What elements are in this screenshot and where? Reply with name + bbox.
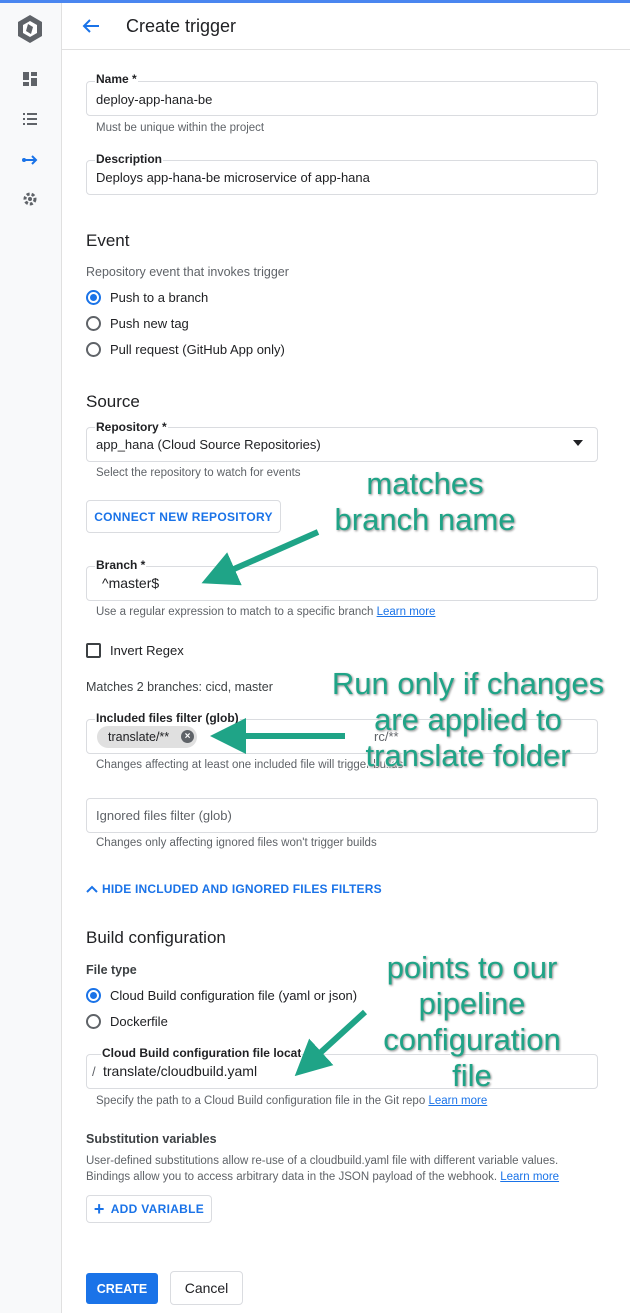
create-button[interactable]: CREATE (86, 1273, 158, 1304)
repository-value[interactable]: app_hana (Cloud Source Repositories) (96, 437, 321, 452)
add-variable-label: ADD VARIABLE (110, 1202, 205, 1216)
annotation-branch: matches branch name (320, 466, 530, 538)
config-location-hint-text: Specify the path to a Cloud Build config… (96, 1095, 426, 1107)
hide-filters-button[interactable]: HIDE INCLUDED AND IGNORED FILES FILTERS (86, 882, 382, 896)
description-label: Description (95, 152, 164, 166)
annotation-branch-line2: branch name (334, 502, 516, 537)
history-icon[interactable] (21, 110, 39, 128)
radio-push-branch[interactable] (86, 290, 101, 305)
radio-cloud-build-file[interactable] (86, 988, 101, 1003)
name-value[interactable]: deploy-app-hana-be (96, 92, 212, 107)
branch-label: Branch * (95, 558, 147, 572)
annotation-config-line1: points to our (386, 950, 558, 985)
repository-hint: Select the repository to watch for event… (96, 467, 301, 479)
substitution-desc-line1: User-defined substitutions allow re-use … (86, 1155, 559, 1167)
radio-pull-request-label[interactable]: Pull request (GitHub App only) (110, 342, 285, 357)
substitution-desc-line2-text: Bindings allow you to access arbitrary d… (86, 1171, 498, 1183)
radio-push-tag[interactable] (86, 316, 101, 331)
name-label: Name * (95, 72, 138, 86)
annotation-filter-line2: are applied to (374, 702, 562, 737)
add-variable-button[interactable]: + ADD VARIABLE (86, 1195, 212, 1223)
config-location-prefix: / (92, 1064, 96, 1079)
ignored-files-hint: Changes only affecting ignored files won… (96, 837, 377, 849)
included-filter-chip-text: translate/** (108, 730, 170, 744)
substitution-learn-more-link[interactable]: Learn more (500, 1171, 559, 1183)
annotation-filter-line3: translate folder (365, 738, 571, 773)
radio-pull-request[interactable] (86, 342, 101, 357)
cloud-build-logo-icon[interactable] (15, 14, 45, 44)
substitution-desc-line2: Bindings allow you to access arbitrary d… (86, 1171, 559, 1183)
invert-regex-checkbox[interactable] (86, 643, 101, 658)
branch-hint: Use a regular expression to match to a s… (96, 606, 435, 618)
plus-icon: + (93, 1199, 105, 1219)
annotation-filter: Run only if changes are applied to trans… (318, 666, 618, 774)
cancel-button[interactable]: Cancel (170, 1271, 243, 1305)
repository-label: Repository * (95, 420, 168, 434)
settings-icon[interactable] (21, 190, 39, 208)
config-location-label: Cloud Build configuration file location (101, 1046, 301, 1060)
triggers-icon[interactable] (21, 151, 39, 169)
chevron-down-icon[interactable] (573, 440, 583, 446)
annotation-filter-line1: Run only if changes (331, 666, 605, 701)
side-navigation (0, 3, 62, 1313)
ignored-files-placeholder[interactable]: Ignored files filter (glob) (96, 808, 232, 823)
config-learn-more-link[interactable]: Learn more (428, 1095, 487, 1107)
chip-remove-icon[interactable]: × (181, 730, 194, 743)
description-value[interactable]: Deploys app-hana-be microservice of app-… (96, 170, 370, 185)
file-type-label: File type (86, 963, 137, 977)
radio-push-tag-label[interactable]: Push new tag (110, 316, 189, 331)
source-section-title: Source (86, 392, 140, 411)
connect-repository-button[interactable]: CONNECT NEW REPOSITORY (86, 500, 281, 533)
back-arrow-icon[interactable] (80, 15, 102, 37)
branch-field[interactable] (86, 566, 598, 601)
page-title: Create trigger (126, 16, 237, 36)
annotation-branch-line1: matches (366, 466, 484, 501)
radio-cloud-build-file-label[interactable]: Cloud Build configuration file (yaml or … (110, 988, 357, 1003)
branch-matches-text: Matches 2 branches: cicd, master (86, 680, 273, 694)
radio-dockerfile[interactable] (86, 1014, 101, 1029)
annotation-config-line4: file (452, 1058, 492, 1093)
event-section-title: Event (86, 231, 130, 250)
annotation-config-line3: configuration (383, 1022, 561, 1057)
config-location-value[interactable]: translate/cloudbuild.yaml (103, 1063, 257, 1079)
annotation-config-line2: pipeline (418, 986, 526, 1021)
dashboard-icon[interactable] (21, 70, 39, 88)
branch-hint-text: Use a regular expression to match to a s… (96, 606, 374, 618)
hide-filters-label: HIDE INCLUDED AND IGNORED FILES FILTERS (102, 882, 382, 896)
substitution-title: Substitution variables (86, 1132, 217, 1146)
invert-regex-label[interactable]: Invert Regex (110, 643, 184, 658)
name-hint: Must be unique within the project (96, 122, 265, 134)
config-location-hint: Specify the path to a Cloud Build config… (96, 1095, 487, 1107)
event-subtitle: Repository event that invokes trigger (86, 265, 289, 279)
branch-learn-more-link[interactable]: Learn more (377, 606, 436, 618)
chevron-up-icon (86, 885, 98, 893)
radio-push-branch-label[interactable]: Push to a branch (110, 290, 208, 305)
annotation-config: points to our pipeline configuration fil… (372, 950, 572, 1094)
included-files-label: Included files filter (glob) (95, 711, 240, 725)
radio-dockerfile-label[interactable]: Dockerfile (110, 1014, 168, 1029)
page-header: Create trigger (62, 3, 630, 50)
build-section-title: Build configuration (86, 928, 226, 947)
branch-value[interactable]: ^master$ (102, 575, 159, 591)
